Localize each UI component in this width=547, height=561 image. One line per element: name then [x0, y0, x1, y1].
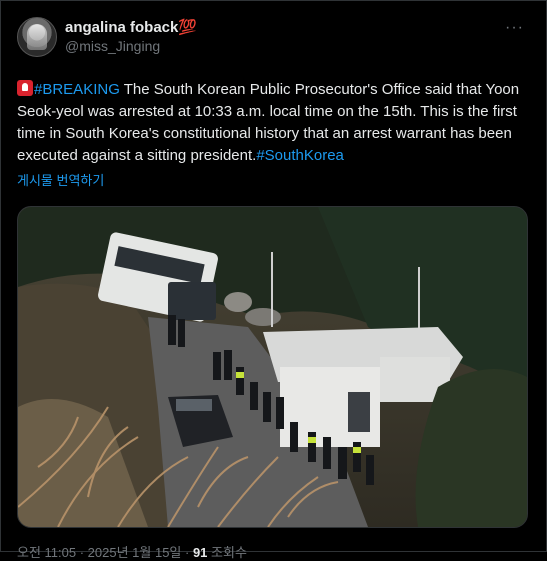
more-options-icon[interactable]: ···	[505, 19, 524, 37]
photo-image	[18, 207, 527, 527]
post-date[interactable]: 2025년 1월 15일	[88, 545, 182, 560]
hashtag-breaking[interactable]: #BREAKING	[34, 81, 120, 98]
hashtag-south-korea[interactable]: #SouthKorea	[256, 147, 344, 164]
tweet-photo[interactable]	[17, 206, 528, 528]
meta-separator: ·	[76, 545, 88, 560]
translate-post-link[interactable]: 게시물 번역하기	[17, 170, 528, 189]
user-handle[interactable]: @miss_Jinging	[65, 37, 197, 56]
tweet-text: #BREAKING The South Korean Public Prosec…	[17, 79, 531, 167]
views-count: 91	[192, 545, 208, 560]
tweet-header: angalina foback💯 @miss_Jinging	[17, 15, 528, 59]
avatar-portrait-icon	[27, 24, 47, 50]
meta-separator-2: ·	[181, 545, 193, 560]
siren-icon	[17, 80, 33, 96]
user-info: angalina foback💯 @miss_Jinging	[65, 18, 197, 56]
hundred-points-icon: 💯	[178, 19, 198, 36]
post-time[interactable]: 오전 11:05	[17, 545, 76, 560]
views-label: 조회수	[207, 545, 247, 560]
avatar[interactable]	[17, 17, 57, 57]
tweet-card[interactable]: angalina foback💯 @miss_Jinging ··· #BREA…	[0, 0, 547, 560]
display-name[interactable]: angalina foback	[65, 19, 178, 36]
